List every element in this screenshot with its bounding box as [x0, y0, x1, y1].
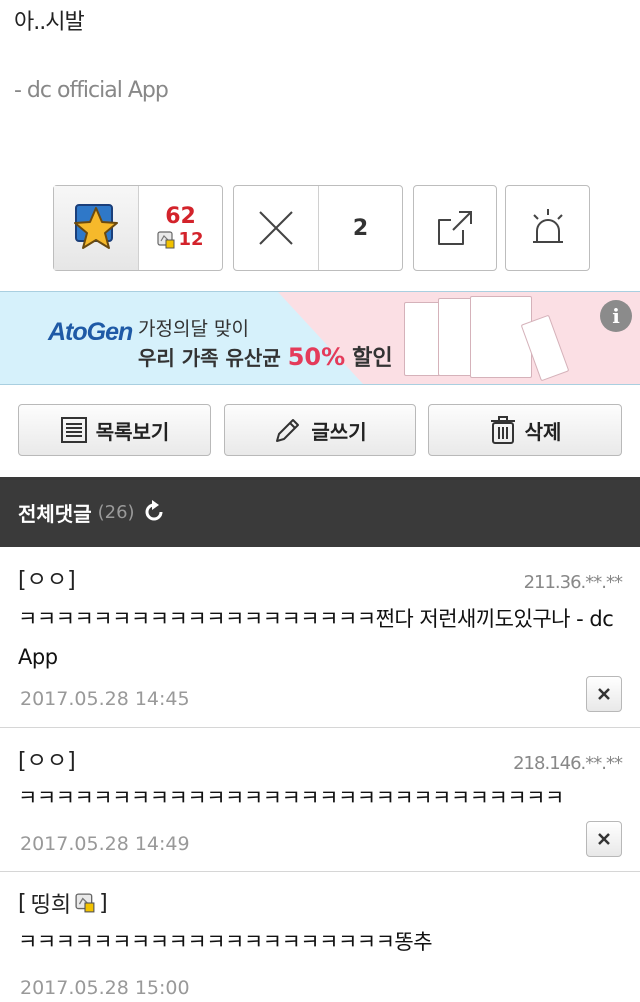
- ad-headline: 가정의달 맞이: [138, 318, 249, 340]
- close-icon: [598, 688, 610, 700]
- delete-button[interactable]: 삭제: [428, 404, 622, 456]
- trash-icon: [490, 416, 515, 444]
- comment-item: [ㅇㅇ] 211.36.**.** ㅋㅋㅋㅋㅋㅋㅋㅋㅋㅋㅋㅋㅋㅋㅋㅋㅋㅋㅋ쩐다 …: [0, 548, 640, 728]
- delete-label: 삭제: [524, 419, 562, 444]
- list-view-label: 목록보기: [95, 419, 170, 444]
- write-label: 글쓰기: [311, 419, 367, 444]
- recommend-count: 62: [165, 204, 196, 229]
- ad-offer-prefix: 우리 가족 유산균: [138, 346, 281, 370]
- comment-ip: 218.146.**.**: [513, 753, 623, 774]
- comment-author: [ 띵희 ]: [18, 887, 108, 919]
- ad-offer-percent: 50%: [287, 343, 346, 371]
- post-action-row: 목록보기 글쓰기 삭제: [0, 404, 640, 456]
- ad-product-image: [470, 296, 532, 378]
- ad-product-image: [438, 298, 474, 376]
- fixed-user-icon: [75, 893, 95, 913]
- downvote-count-cell: 2: [318, 186, 402, 270]
- ad-banner[interactable]: AtoGen 가정의달 맞이 우리 가족 유산균 50% 할인 i: [0, 291, 640, 385]
- ad-brand-logo: AtoGen: [48, 318, 133, 346]
- comment-delete-button[interactable]: [586, 821, 622, 857]
- ad-offer-suffix: 할인: [352, 346, 393, 371]
- star-icon: [74, 204, 118, 249]
- comment-text: ㅋㅋㅋㅋㅋㅋㅋㅋㅋㅋㅋㅋㅋㅋㅋㅋㅋㅋㅋㅋㅋㅋㅋㅋㅋㅋㅋㅋㅋ: [18, 786, 564, 810]
- comments-count: (26): [97, 501, 135, 523]
- downvote-box: 2: [233, 185, 403, 271]
- comment-date: 2017.05.28 14:49: [20, 833, 190, 855]
- downvote-count: 2: [352, 215, 369, 241]
- write-button[interactable]: 글쓰기: [224, 404, 416, 456]
- comment-author: [ㅇㅇ]: [18, 749, 76, 774]
- comments-title: 전체댓글: [18, 501, 92, 526]
- recommend-box: 62 12: [53, 185, 223, 271]
- comment-ip: 211.36.**.**: [523, 572, 623, 593]
- x-icon: [259, 211, 293, 245]
- comment-text: ㅋㅋㅋㅋㅋㅋㅋㅋㅋㅋㅋㅋㅋㅋㅋㅋㅋㅋㅋ쩐다 저런새끼도있구나 - dc App: [18, 607, 614, 669]
- comment-delete-button[interactable]: [586, 676, 622, 712]
- comment-item: [ㅇㅇ] 218.146.**.** ㅋㅋㅋㅋㅋㅋㅋㅋㅋㅋㅋㅋㅋㅋㅋㅋㅋㅋㅋㅋㅋ…: [0, 729, 640, 872]
- post-body: 아..시발 - dc official App: [0, 0, 640, 180]
- share-cell: [414, 186, 496, 270]
- comment-author-name: 띵희: [30, 893, 72, 918]
- comment-date: 2017.05.28 14:45: [20, 688, 190, 710]
- comment-item: [ 띵희 ] ㅋㅋㅋㅋㅋㅋㅋㅋㅋㅋㅋㅋㅋㅋㅋㅋㅋㅋㅋㅋ똥추 2017.05.28…: [0, 873, 640, 1002]
- comment-author-open: [: [18, 890, 27, 916]
- close-icon: [598, 833, 610, 845]
- comment-author-close: ]: [99, 890, 108, 916]
- recommend-counts: 62 12: [138, 186, 222, 270]
- vote-row: 62 12 2: [0, 185, 640, 271]
- comment-text: ㅋㅋㅋㅋㅋㅋㅋㅋㅋㅋㅋㅋㅋㅋㅋㅋㅋㅋㅋㅋ똥추: [18, 930, 433, 954]
- ad-info-icon[interactable]: i: [600, 300, 632, 332]
- recommend-button[interactable]: [54, 186, 138, 270]
- fixed-recommend-count: 12: [157, 229, 204, 251]
- siren-icon: [532, 209, 563, 243]
- pencil-icon: [276, 419, 300, 442]
- report-cell: [506, 186, 589, 270]
- comments-header: 전체댓글 (26): [0, 477, 640, 547]
- ad-product-image: [404, 302, 442, 376]
- share-icon: [438, 211, 472, 245]
- downvote-button[interactable]: [234, 186, 318, 270]
- list-icon: [60, 417, 87, 443]
- fixed-user-icon: [157, 231, 175, 249]
- fixed-count-value: 12: [178, 229, 204, 250]
- comment-author: [ㅇㅇ]: [18, 568, 76, 593]
- refresh-icon[interactable]: [141, 499, 167, 525]
- post-text: 아..시발: [14, 10, 85, 35]
- comment-date: 2017.05.28 15:00: [20, 977, 190, 999]
- ad-offer: 우리 가족 유산균 50% 할인: [138, 340, 393, 372]
- list-view-button[interactable]: 목록보기: [18, 404, 211, 456]
- report-button[interactable]: [505, 185, 590, 271]
- post-signature: - dc official App: [14, 78, 169, 103]
- share-button[interactable]: [413, 185, 497, 271]
